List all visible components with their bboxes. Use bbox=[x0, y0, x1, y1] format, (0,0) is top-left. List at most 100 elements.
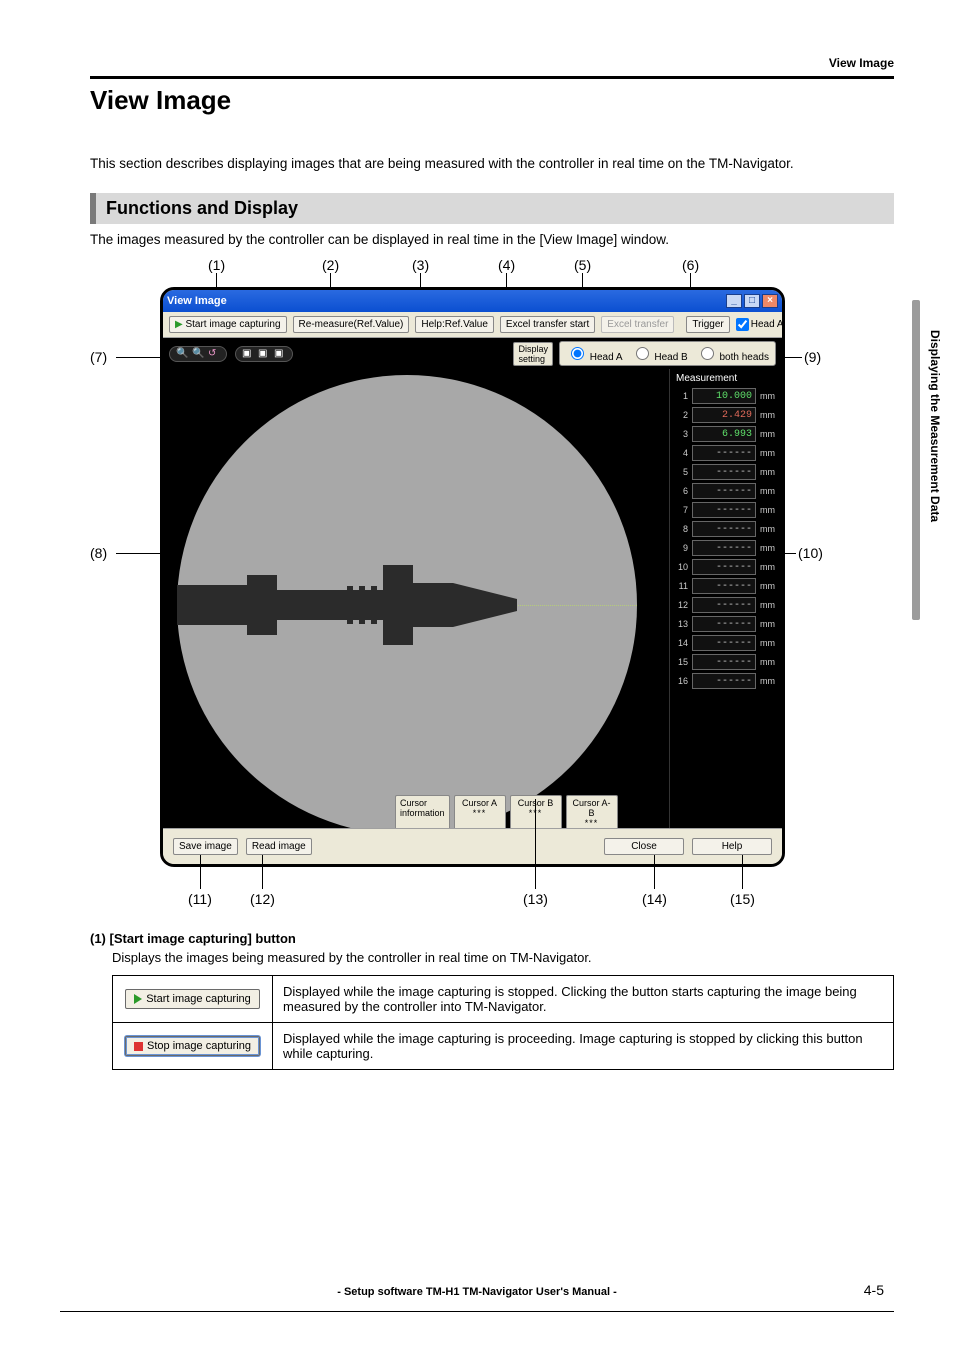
meas-unit: mm bbox=[760, 505, 778, 515]
measurement-row: 3 6.993 mm bbox=[674, 426, 778, 442]
measurement-row: 11 ------ mm bbox=[674, 578, 778, 594]
meas-value: 6.993 bbox=[692, 426, 756, 442]
meas-index: 1 bbox=[674, 391, 688, 401]
meas-index: 15 bbox=[674, 657, 688, 667]
rule-top bbox=[90, 76, 894, 79]
stop-image-capturing-button[interactable]: Stop image capturing bbox=[125, 1036, 260, 1056]
meas-index: 2 bbox=[674, 410, 688, 420]
window-title: View Image bbox=[167, 295, 227, 307]
close-icon[interactable]: × bbox=[762, 294, 778, 308]
sub-toolbar: 🔍 🔍 ↺ ▣ ▣ ▣ Display setting Head A Head bbox=[163, 338, 782, 369]
zoom-out-icon[interactable]: 🔍 bbox=[192, 348, 204, 360]
save-image-button[interactable]: Save image bbox=[173, 838, 238, 855]
measurement-row: 9------mm bbox=[674, 540, 778, 556]
view-image-window: View Image _ □ × Start image capturing R… bbox=[160, 287, 785, 867]
head-a-checkbox[interactable]: Head A bbox=[736, 318, 784, 331]
fit-2-icon[interactable]: ▣ bbox=[258, 348, 270, 360]
callout-2: (2) bbox=[322, 257, 339, 273]
meas-unit: mm bbox=[760, 467, 778, 477]
intro-text: This section describes displaying images… bbox=[90, 156, 894, 171]
table-row: Stop image capturing Displayed while the… bbox=[113, 1023, 894, 1070]
meas-value: ------ bbox=[692, 464, 756, 480]
fit-1-icon[interactable]: ▣ bbox=[242, 348, 254, 360]
meas-unit: mm bbox=[760, 448, 778, 458]
page-number: 4-5 bbox=[864, 1282, 884, 1298]
figure: (1) (2) (3) (4) (5) (6) (7) (8) (9) (10)… bbox=[90, 257, 860, 917]
image-canvas: Cursor information Cursor A*** Cursor B*… bbox=[163, 369, 670, 837]
meas-value: ------ bbox=[692, 616, 756, 632]
callout-15: (15) bbox=[730, 891, 755, 907]
help-ref-button[interactable]: Help:Ref.Value bbox=[415, 316, 494, 333]
measurement-title: Measurement bbox=[674, 373, 778, 384]
thumb-tab bbox=[912, 300, 920, 620]
undo-icon[interactable]: ↺ bbox=[208, 348, 220, 360]
meas-value: ------ bbox=[692, 521, 756, 537]
meas-value: ------ bbox=[692, 540, 756, 556]
display-setting-button[interactable]: Display setting bbox=[513, 342, 553, 366]
meas-unit: mm bbox=[760, 486, 778, 496]
meas-unit: mm bbox=[760, 676, 778, 686]
footer-center: - Setup software TM-H1 TM-Navigator User… bbox=[0, 1286, 954, 1298]
cursor-info-panel: Cursor information Cursor A*** Cursor B*… bbox=[395, 795, 618, 831]
measurement-row: 4------mm bbox=[674, 445, 778, 461]
meas-index: 14 bbox=[674, 638, 688, 648]
sensor-view bbox=[177, 375, 637, 835]
start-image-capturing-button[interactable]: Start image capturing bbox=[125, 989, 260, 1009]
row2-text: Displayed while the image capturing is p… bbox=[273, 1023, 894, 1070]
close-button[interactable]: Close bbox=[604, 838, 684, 855]
meas-value: ------ bbox=[692, 502, 756, 518]
meas-unit: mm bbox=[760, 657, 778, 667]
zoom-in-icon[interactable]: 🔍 bbox=[176, 348, 188, 360]
minimize-icon[interactable]: _ bbox=[726, 294, 742, 308]
meas-unit: mm bbox=[760, 619, 778, 629]
callout-8: (8) bbox=[90, 545, 107, 561]
meas-value: ------ bbox=[692, 673, 756, 689]
radio-head-b[interactable]: Head B bbox=[631, 344, 688, 363]
cursor-info-label: Cursor information bbox=[395, 795, 450, 831]
remeasure-button[interactable]: Re-measure(Ref.Value) bbox=[293, 316, 410, 333]
meas-value: ------ bbox=[692, 559, 756, 575]
callout-10: (10) bbox=[798, 545, 823, 561]
meas-value: 10.000 bbox=[692, 388, 756, 404]
measurement-row: 110.000mm bbox=[674, 388, 778, 404]
stop-icon bbox=[134, 1042, 143, 1051]
zoom-tools[interactable]: 🔍 🔍 ↺ bbox=[169, 346, 227, 362]
radio-both-heads[interactable]: both heads bbox=[696, 344, 769, 363]
window-footer: Save image Read image Close Help bbox=[163, 828, 782, 864]
meas-value: ------ bbox=[692, 578, 756, 594]
callout-1: (1) bbox=[208, 257, 225, 273]
section-subtext: The images measured by the controller ca… bbox=[90, 232, 894, 247]
meas-unit: mm bbox=[760, 581, 778, 591]
maximize-icon[interactable]: □ bbox=[744, 294, 760, 308]
cursor-a-box: Cursor A*** bbox=[454, 795, 506, 831]
meas-unit: mm bbox=[760, 524, 778, 534]
meas-unit: mm bbox=[760, 429, 778, 439]
excel-start-button[interactable]: Excel transfer start bbox=[500, 316, 595, 333]
fit-tools[interactable]: ▣ ▣ ▣ bbox=[235, 346, 293, 362]
radio-head-a[interactable]: Head A bbox=[566, 344, 623, 363]
read-image-button[interactable]: Read image bbox=[246, 838, 312, 855]
meas-index: 5 bbox=[674, 467, 688, 477]
trigger-button[interactable]: Trigger bbox=[686, 316, 729, 333]
callout-13: (13) bbox=[523, 891, 548, 907]
start-capturing-button[interactable]: Start image capturing bbox=[169, 316, 287, 333]
callout-11: (11) bbox=[188, 891, 212, 907]
head-radio-group: Head A Head B both heads bbox=[559, 341, 776, 366]
meas-index: 11 bbox=[674, 581, 688, 591]
meas-unit: mm bbox=[760, 543, 778, 553]
help-button[interactable]: Help bbox=[692, 838, 772, 855]
callout-9: (9) bbox=[804, 349, 821, 365]
meas-index: 3 bbox=[674, 429, 688, 439]
meas-unit: mm bbox=[760, 638, 778, 648]
excel-transfer-button[interactable]: Excel transfer bbox=[601, 316, 674, 333]
meas-index: 12 bbox=[674, 600, 688, 610]
meas-value: ------ bbox=[692, 445, 756, 461]
side-tab: Displaying the Measurement Data bbox=[924, 330, 942, 570]
meas-index: 7 bbox=[674, 505, 688, 515]
item1-desc: Displays the images being measured by th… bbox=[112, 950, 894, 965]
measurement-row: 22.429mm bbox=[674, 407, 778, 423]
fit-3-icon[interactable]: ▣ bbox=[274, 348, 286, 360]
meas-value: 2.429 bbox=[692, 407, 756, 423]
row1-text: Displayed while the image capturing is s… bbox=[273, 976, 894, 1023]
section-heading: Functions and Display bbox=[90, 193, 894, 224]
